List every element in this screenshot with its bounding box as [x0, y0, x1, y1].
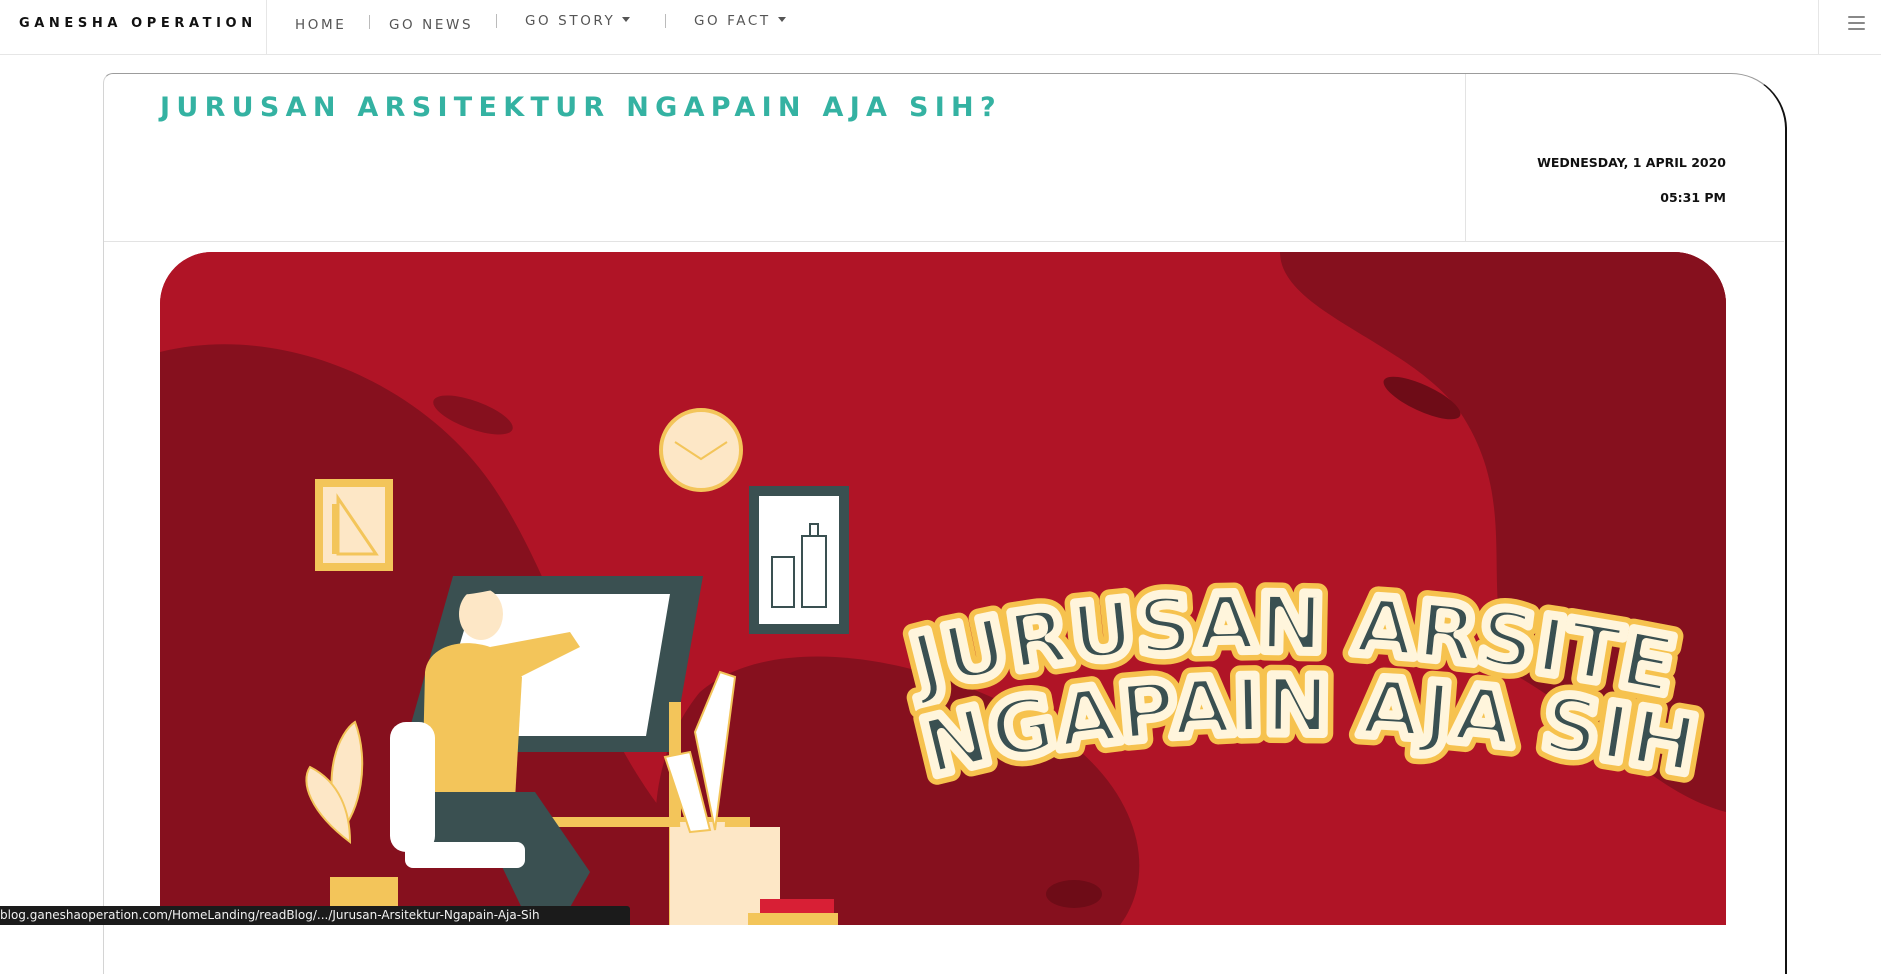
nav-link-home[interactable]: HOME: [295, 17, 346, 33]
nav-separator: [369, 15, 370, 29]
nav-dropdown-label: GO STORY: [525, 13, 616, 29]
nav-separator: [496, 14, 497, 28]
navbar-divider: [266, 0, 267, 54]
nav-dropdown-label: GO FACT: [694, 13, 771, 29]
header-divider: [1465, 74, 1466, 241]
nav-dropdown-go-story[interactable]: GO STORY: [525, 13, 631, 29]
nav-link-go-news[interactable]: GO NEWS: [389, 17, 473, 33]
article-title: JURUSAN ARSITEKTUR NGAPAIN AJA SIH?: [160, 92, 1002, 123]
link-status-bar: blog.ganeshaoperation.com/HomeLanding/re…: [0, 906, 630, 925]
top-navbar: GANESHA OPERATION HOME GO NEWS GO STORY …: [0, 0, 1881, 55]
caret-down-icon: [622, 17, 631, 22]
hero-illustration: JURUSAN ARSITEK, JURUSAN ARSITEK, NGAPAI…: [160, 252, 1726, 925]
nav-dropdown-go-fact[interactable]: GO FACT: [694, 13, 786, 29]
clock-icon: [659, 408, 743, 492]
article-date: WEDNESDAY, 1 APRIL 2020: [1537, 155, 1726, 170]
brand-logo-link[interactable]: GANESHA OPERATION: [19, 16, 257, 31]
article-time: 05:31 PM: [1660, 190, 1726, 205]
header-divider: [104, 241, 1784, 242]
nav-separator: [665, 14, 666, 28]
caret-down-icon: [777, 17, 786, 22]
navbar-divider: [1818, 0, 1819, 54]
article-hero-image: JURUSAN ARSITEK, JURUSAN ARSITEK, NGAPAI…: [160, 252, 1726, 925]
hamburger-menu-icon[interactable]: [1848, 16, 1865, 30]
